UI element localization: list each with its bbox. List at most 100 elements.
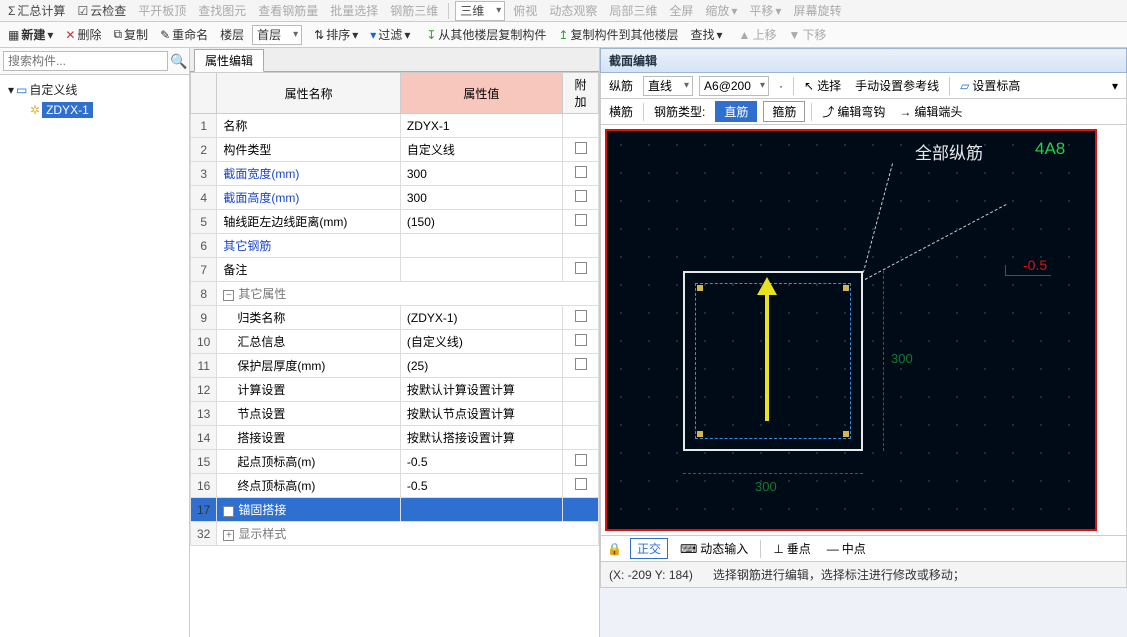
table-row[interactable]: 3截面宽度(mm)300 [191, 162, 599, 186]
find-button[interactable]: 查找 ▾ [687, 26, 727, 43]
filter-icon: ▾ [370, 28, 376, 42]
table-row[interactable]: 14搭接设置按默认搭接设置计算 [191, 426, 599, 450]
addon-checkbox[interactable] [575, 142, 587, 154]
snap-perp[interactable]: ⊥ 垂点 [769, 538, 814, 559]
prop-value[interactable]: 按默认计算设置计算 [400, 378, 562, 402]
prop-value[interactable]: (25) [400, 354, 562, 378]
addon-checkbox[interactable] [575, 166, 587, 178]
prop-value[interactable]: (ZDYX-1) [400, 306, 562, 330]
table-row[interactable]: 7备注 [191, 258, 599, 282]
prop-value[interactable]: -0.5 [400, 450, 562, 474]
view3d-dropdown[interactable]: 三维 [455, 1, 505, 21]
addon-checkbox[interactable] [575, 262, 587, 274]
prop-name: 名称 [223, 119, 247, 133]
prop-value[interactable]: -0.5 [400, 474, 562, 498]
table-row[interactable]: 12计算设置按默认计算设置计算 [191, 378, 599, 402]
toolbar-steel3d[interactable]: 钢筋三维 [386, 2, 442, 19]
copy-to-floor[interactable]: ↥ 复制构件到其他楼层 [554, 26, 682, 43]
prop-value[interactable]: 按默认节点设置计算 [400, 402, 562, 426]
table-row[interactable]: 9归类名称(ZDYX-1) [191, 306, 599, 330]
prop-value[interactable]: ZDYX-1 [400, 114, 562, 138]
lock-icon[interactable]: 🔒 [607, 542, 622, 556]
copy-from-floor[interactable]: ↧ 从其他楼层复制构件 [422, 26, 550, 43]
search-input[interactable] [3, 51, 168, 71]
row-display[interactable]: 32+显示样式 [191, 522, 599, 546]
prop-name: 构件类型 [223, 143, 271, 157]
prop-value[interactable] [400, 234, 562, 258]
addon-checkbox[interactable] [575, 190, 587, 202]
edit-hook-button[interactable]: ⤴ 编辑弯钩 [818, 101, 889, 122]
delete-button[interactable]: ✕ 删除 [61, 26, 105, 43]
table-row[interactable]: 10汇总信息(自定义线) [191, 330, 599, 354]
floor-dropdown[interactable]: 首层 [252, 25, 302, 45]
row-anchor[interactable]: 17+锚固搭接 [191, 498, 599, 522]
set-elevation-button[interactable]: ▱ 设置标高 [956, 75, 1024, 96]
table-row[interactable]: 6其它钢筋 [191, 234, 599, 258]
table-row[interactable]: 2构件类型自定义线 [191, 138, 599, 162]
prop-value[interactable] [400, 258, 562, 282]
rename-button[interactable]: ✎ 重命名 [156, 26, 212, 43]
table-row[interactable]: 5轴线距左边线距离(mm)(150) [191, 210, 599, 234]
filter-button[interactable]: ▾ 过滤 ▾ [366, 26, 414, 43]
toolbar-topview[interactable]: 俯视 [509, 2, 541, 19]
table-row[interactable]: 4截面高度(mm)300 [191, 186, 599, 210]
ref-line-button[interactable]: 手动设置参考线 [851, 75, 943, 96]
section-canvas[interactable]: 全部纵筋 4A8 300 300 -0.5 [605, 129, 1097, 531]
prop-value[interactable]: 自定义线 [400, 138, 562, 162]
copy-button[interactable]: ⧉ 复制 [109, 26, 152, 43]
table-row[interactable]: 1名称ZDYX-1 [191, 114, 599, 138]
collapse-icon[interactable]: − [223, 290, 234, 301]
overflow-button[interactable]: ▾ [1108, 77, 1122, 95]
edit-end-button[interactable]: → 编辑端头 [895, 101, 966, 122]
rebartype-straight[interactable]: 直筋 [715, 101, 757, 122]
toolbar-findelem[interactable]: 查找图元 [194, 2, 250, 19]
line-dropdown[interactable]: 直线 [643, 76, 693, 96]
canvas-status-bar2: (X: -209 Y: 184) 选择钢筋进行编辑，选择标注进行修改或移动； [600, 562, 1127, 588]
prop-value[interactable]: 300 [400, 162, 562, 186]
addon-checkbox[interactable] [575, 334, 587, 346]
table-row[interactable]: 11保护层厚度(mm)(25) [191, 354, 599, 378]
search-icon[interactable]: 🔍 [170, 52, 187, 70]
expand-icon[interactable]: + [223, 530, 234, 541]
prop-value[interactable]: 300 [400, 186, 562, 210]
toolbar-zoom[interactable]: 缩放 ▾ [701, 2, 741, 19]
move-up[interactable]: ▲ 上移 [735, 26, 781, 43]
rebartype-stirrup[interactable]: 箍筋 [763, 101, 805, 122]
table-row[interactable]: 15起点顶标高(m)-0.5 [191, 450, 599, 474]
toolbar-local3d[interactable]: 局部三维 [605, 2, 661, 19]
toolbar-viewsteel[interactable]: 查看钢筋量 [254, 2, 322, 19]
ortho-toggle[interactable]: 正交 [630, 538, 668, 559]
toolbar-calc[interactable]: Σ 汇总计算 [4, 2, 69, 19]
th-value: 属性值 [400, 73, 562, 114]
expand-icon[interactable]: + [223, 506, 234, 517]
table-row[interactable]: 16终点顶标高(m)-0.5 [191, 474, 599, 498]
prop-value[interactable]: (150) [400, 210, 562, 234]
addon-checkbox[interactable] [575, 310, 587, 322]
prop-value[interactable]: 按默认搭接设置计算 [400, 426, 562, 450]
toolbar-flat[interactable]: 平开板顶 [134, 2, 190, 19]
addon-checkbox[interactable] [575, 454, 587, 466]
toolbar-pan[interactable]: 平移 ▾ [745, 2, 785, 19]
snap-mid[interactable]: — 中点 [823, 538, 870, 559]
addon-checkbox[interactable] [575, 478, 587, 490]
group-other[interactable]: 其它属性 [238, 287, 286, 301]
toolbar-rotate[interactable]: 屏幕旋转 [789, 2, 845, 19]
addon-checkbox[interactable] [575, 358, 587, 370]
table-row[interactable]: 13节点设置按默认节点设置计算 [191, 402, 599, 426]
new-button[interactable]: ▦ 新建 ▾ [4, 26, 57, 43]
sort-button[interactable]: ⇅ 排序 ▾ [310, 26, 362, 43]
tree-child[interactable]: ✲ ZDYX-1 [2, 100, 187, 120]
tab-property-edit[interactable]: 属性编辑 [194, 49, 264, 72]
prop-value[interactable]: (自定义线) [400, 330, 562, 354]
tree-root[interactable]: ▾ ▭ 自定义线 [2, 79, 187, 100]
addon-checkbox[interactable] [575, 214, 587, 226]
toolbar-fullscreen[interactable]: 全屏 [665, 2, 697, 19]
spec-dropdown[interactable]: A6@200 [699, 76, 769, 96]
toolbar-cloudcheck[interactable]: ☑ 云检查 [73, 2, 130, 19]
move-down[interactable]: ▼ 下移 [784, 26, 830, 43]
toolbar-batchsel[interactable]: 批量选择 [326, 2, 382, 19]
dyn-input-toggle[interactable]: ⌨ 动态输入 [676, 538, 752, 559]
toolbar-orbit[interactable]: 动态观察 [545, 2, 601, 19]
select-button[interactable]: ↖ 选择 [800, 75, 845, 96]
import-icon: ↧ [426, 28, 436, 42]
